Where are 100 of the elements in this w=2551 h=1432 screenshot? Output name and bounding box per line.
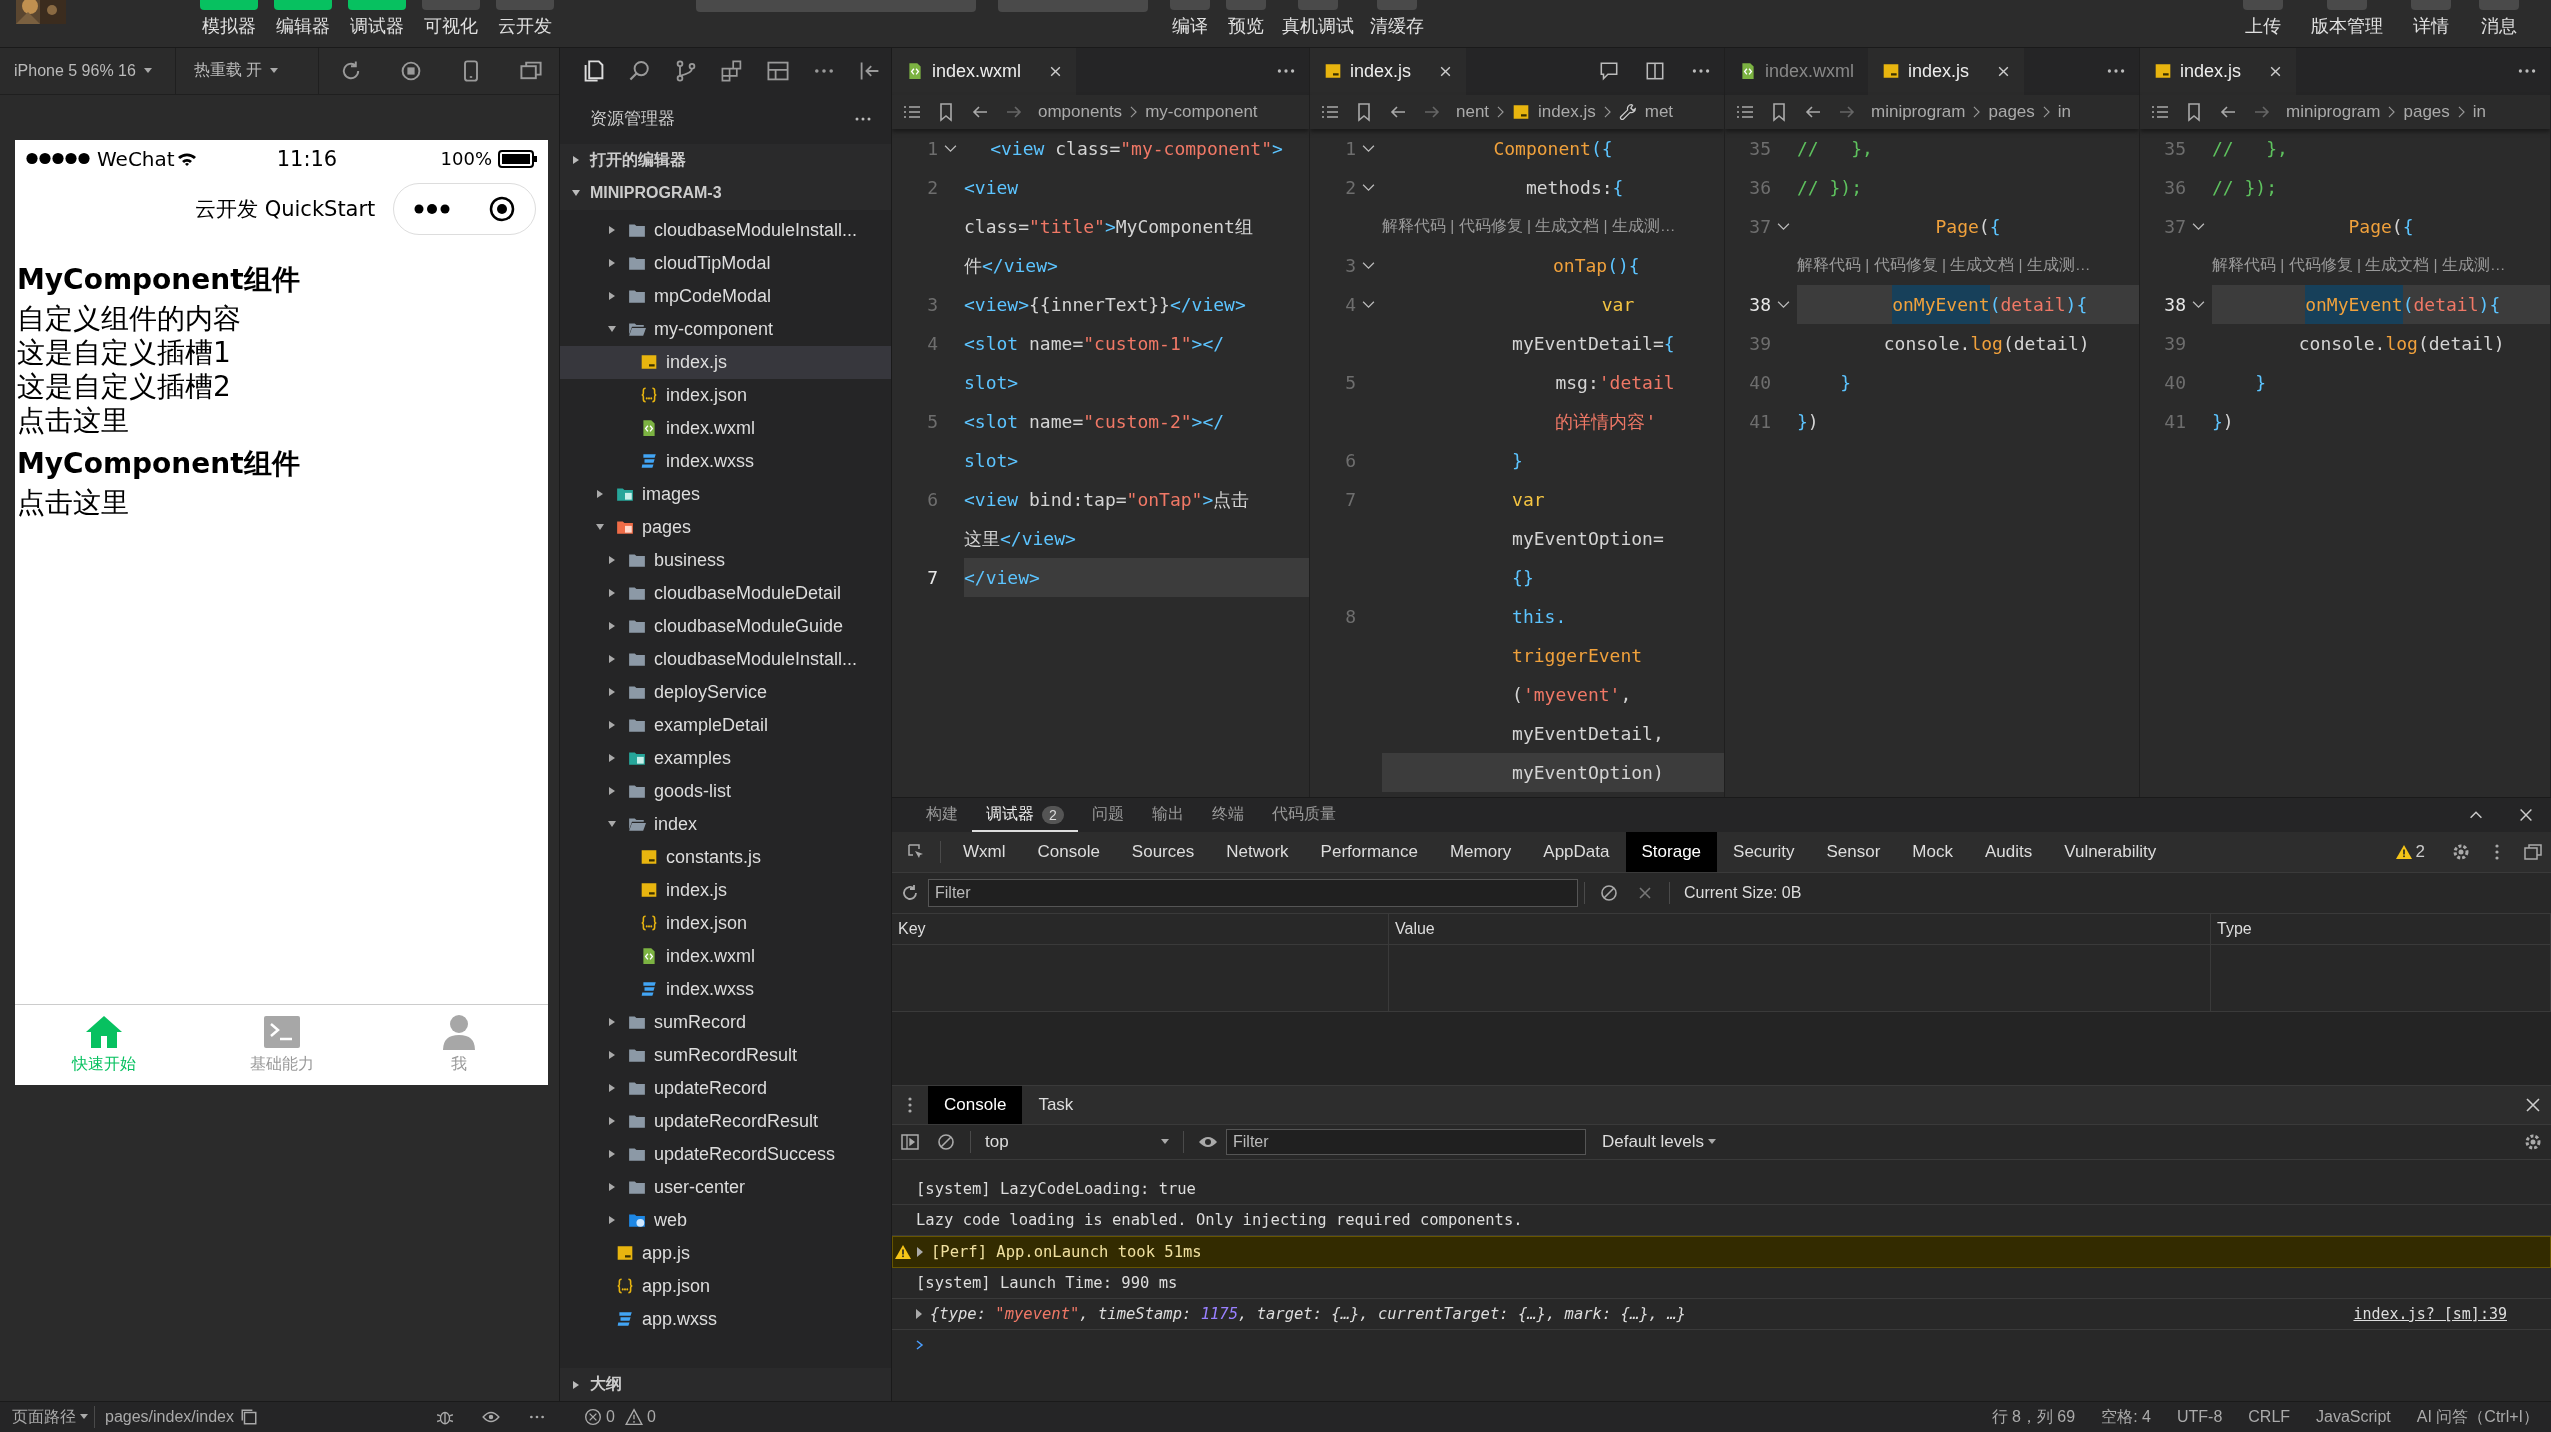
drawer-tab[interactable]: Console bbox=[928, 1085, 1023, 1124]
breadcrumb-item[interactable]: in bbox=[2472, 101, 2487, 122]
search-icon[interactable] bbox=[628, 58, 652, 83]
devtools-tab[interactable]: Memory bbox=[1433, 831, 1528, 872]
page-path-dropdown[interactable]: 页面路径 bbox=[12, 1406, 88, 1428]
drawer-tab[interactable]: Task bbox=[1022, 1085, 1090, 1124]
toolbar-button[interactable]: 调试器 bbox=[346, 0, 408, 38]
tree-item[interactable]: exampleDetail bbox=[560, 708, 891, 742]
toolbar-button[interactable]: 真机调试 bbox=[1280, 0, 1356, 38]
tree-item[interactable]: index.json bbox=[560, 378, 891, 412]
breadcrumb-item[interactable]: nent bbox=[1456, 101, 1490, 122]
clear-icon[interactable] bbox=[1599, 882, 1619, 903]
editor-tab[interactable]: index.wxml bbox=[1725, 47, 1869, 95]
status-item[interactable]: AI 问答（Ctrl+I） bbox=[2416, 1406, 2539, 1428]
tree-item[interactable]: cloudbaseModuleInstall... bbox=[560, 213, 891, 247]
filter-field[interactable]: Filter bbox=[928, 878, 1578, 907]
panel-tab[interactable]: 代码质量 bbox=[1257, 797, 1350, 832]
tree-item[interactable]: updateRecordSuccess bbox=[560, 1137, 891, 1171]
copy-icon[interactable] bbox=[240, 1408, 258, 1426]
tree-item[interactable]: mpCodeModal bbox=[560, 279, 891, 313]
tree-item[interactable]: index.wxml bbox=[560, 939, 891, 973]
status-item[interactable]: UTF-8 bbox=[2176, 1408, 2223, 1426]
tree-item[interactable]: cloudbaseModuleDetail bbox=[560, 576, 891, 610]
toolbar-button[interactable]: 上传 bbox=[2241, 0, 2285, 38]
refresh-icon[interactable] bbox=[900, 882, 920, 903]
close-icon[interactable] bbox=[2269, 64, 2283, 78]
editor-tab[interactable]: index.js bbox=[2140, 47, 2297, 95]
panel-tab[interactable]: 终端 bbox=[1197, 797, 1258, 832]
devtools-tab[interactable]: Network bbox=[1210, 831, 1305, 872]
tree-item[interactable]: sumRecordResult bbox=[560, 1038, 891, 1072]
code-lens[interactable]: 解释代码 | 代码修复 | 生成文档 | 生成测… bbox=[1771, 254, 2091, 276]
device-dropdown[interactable]: iPhone 5 96% 16 bbox=[14, 47, 176, 94]
devtools-tab[interactable]: Storage bbox=[1625, 831, 1718, 872]
tree-item[interactable]: business bbox=[560, 543, 891, 577]
tree-item[interactable]: cloudbaseModuleInstall... bbox=[560, 642, 891, 676]
column-header[interactable]: Value bbox=[1389, 913, 2211, 944]
tree-item[interactable]: cloudTipModal bbox=[560, 246, 891, 280]
breadcrumb-item[interactable]: met bbox=[1644, 101, 1674, 122]
devtools-tab[interactable]: Console bbox=[1021, 831, 1116, 872]
tree-item[interactable]: images bbox=[560, 477, 891, 511]
toolbar-button[interactable]: 预览 bbox=[1224, 0, 1268, 38]
comment-icon[interactable] bbox=[1598, 60, 1620, 83]
breadcrumb-item[interactable]: pages bbox=[1988, 101, 2035, 122]
toolbar-button[interactable]: 版本管理 bbox=[2309, 0, 2385, 38]
tree-item[interactable]: index.wxss bbox=[560, 972, 891, 1006]
tree-item[interactable]: app.js bbox=[560, 1236, 891, 1270]
editor-tab[interactable]: index.js bbox=[1310, 47, 1467, 95]
devtools-tab[interactable]: Security bbox=[1717, 831, 1811, 872]
breadcrumb-item[interactable]: in bbox=[2057, 101, 2072, 122]
section-header[interactable]: MINIPROGRAM-3 bbox=[560, 176, 891, 210]
section-header[interactable]: 大纲 bbox=[560, 1368, 891, 1401]
sidebar-icon[interactable] bbox=[900, 1131, 920, 1152]
tree-item[interactable]: constants.js bbox=[560, 840, 891, 874]
tree-item[interactable]: updateRecordResult bbox=[560, 1104, 891, 1138]
editor-tab[interactable]: index.js bbox=[1868, 47, 2025, 95]
undock-icon[interactable] bbox=[2523, 841, 2543, 862]
devtools-tab[interactable]: Mock bbox=[1896, 831, 1969, 872]
tree-item[interactable]: goods-list bbox=[560, 774, 891, 808]
panel-tab[interactable]: 问题 bbox=[1077, 797, 1138, 832]
close-icon[interactable] bbox=[1049, 64, 1063, 78]
devtools-tab[interactable]: Performance bbox=[1304, 831, 1434, 872]
tree-item[interactable]: index.wxss bbox=[560, 444, 891, 478]
status-item[interactable]: 空格: 4 bbox=[2101, 1406, 2151, 1428]
tree-item[interactable]: pages bbox=[560, 510, 891, 544]
close-icon[interactable] bbox=[1439, 64, 1453, 78]
section-header[interactable]: 打开的编辑器 bbox=[560, 143, 891, 177]
levels-dropdown[interactable]: Default levels bbox=[1596, 1130, 1723, 1153]
toolbar-button[interactable]: 编译 bbox=[1168, 0, 1212, 38]
toolbar-button[interactable]: 可视化 bbox=[420, 0, 482, 38]
clear-icon[interactable] bbox=[936, 1131, 956, 1152]
extensions-icon[interactable] bbox=[720, 58, 744, 83]
column-header[interactable]: Type bbox=[2211, 913, 2551, 944]
status-item[interactable]: JavaScript bbox=[2316, 1408, 2391, 1426]
status-item[interactable]: CRLF bbox=[2248, 1408, 2291, 1426]
editor-tab[interactable]: index.wxml bbox=[892, 47, 1077, 95]
tree-item[interactable]: user-center bbox=[560, 1170, 891, 1204]
status-item[interactable]: 行 8，列 69 bbox=[1991, 1406, 2076, 1428]
panel-tab[interactable]: 构建 bbox=[912, 797, 972, 832]
tree-item[interactable]: examples bbox=[560, 741, 891, 775]
tree-item[interactable]: updateRecord bbox=[560, 1071, 891, 1105]
code-lens[interactable]: 解释代码 | 代码修复 | 生成文档 | 生成测… bbox=[2186, 254, 2506, 276]
error-count[interactable]: 0 bbox=[606, 1408, 615, 1426]
devtools-tab[interactable]: AppData bbox=[1527, 831, 1626, 872]
tree-item[interactable]: index.json bbox=[560, 906, 891, 940]
warning-count[interactable]: 0 bbox=[646, 1408, 656, 1426]
hot-reload-dropdown[interactable]: 热重载 开 bbox=[175, 47, 319, 94]
code-lens[interactable]: 解释代码 | 代码修复 | 生成文档 | 生成测… bbox=[1356, 215, 1676, 237]
toolbar-button[interactable]: 详情 bbox=[2409, 0, 2453, 38]
tree-item[interactable]: index.wxml bbox=[560, 411, 891, 445]
breadcrumb-item[interactable]: pages bbox=[2403, 101, 2450, 122]
devtools-tab[interactable]: Audits bbox=[1968, 831, 2049, 872]
warning-count[interactable]: 2 bbox=[2415, 841, 2425, 862]
breadcrumb-item[interactable]: my-component bbox=[1145, 101, 1258, 122]
devtools-tab[interactable]: Wxml bbox=[947, 831, 1022, 872]
context-dropdown[interactable]: top bbox=[977, 1131, 1177, 1152]
tree-item[interactable]: index.js bbox=[560, 873, 891, 907]
breadcrumb-item[interactable]: omponents bbox=[1038, 101, 1123, 122]
tree-item[interactable]: sumRecord bbox=[560, 1005, 891, 1039]
filter-field[interactable]: Filter bbox=[1226, 1128, 1586, 1155]
more-icon[interactable] bbox=[413, 203, 450, 214]
